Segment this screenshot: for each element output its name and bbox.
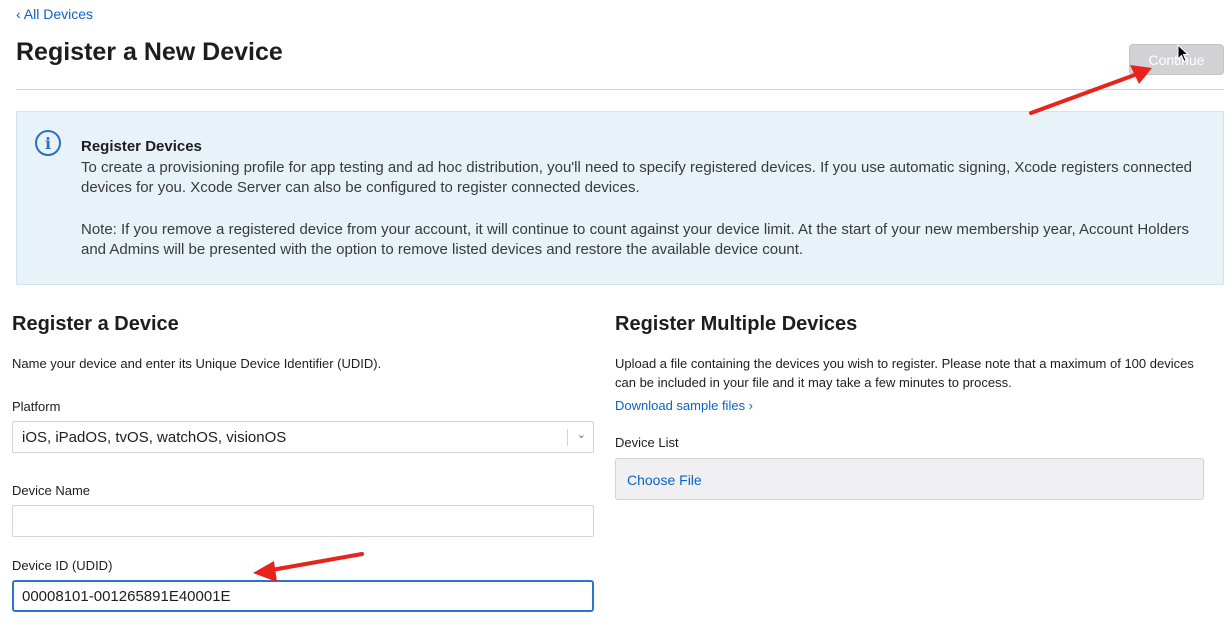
select-separator bbox=[567, 429, 568, 446]
device-list-label: Device List bbox=[615, 435, 679, 450]
register-device-title: Register a Device bbox=[12, 313, 179, 335]
platform-label: Platform bbox=[12, 399, 61, 414]
device-list-file-input[interactable]: Choose File bbox=[615, 458, 1204, 500]
register-multiple-title: Register Multiple Devices bbox=[615, 313, 858, 335]
device-id-input[interactable] bbox=[12, 580, 594, 612]
download-sample-link[interactable]: Download sample files › bbox=[615, 396, 753, 415]
device-id-label: Device ID (UDID) bbox=[12, 558, 113, 573]
mouse-cursor-icon bbox=[1177, 44, 1190, 63]
info-icon: i bbox=[35, 130, 61, 156]
register-multiple-description: Upload a file containing the devices you… bbox=[615, 356, 1194, 390]
info-title: Register Devices bbox=[81, 138, 202, 155]
info-body: To create a provisioning profile for app… bbox=[81, 159, 1193, 196]
header-divider bbox=[16, 89, 1224, 90]
platform-select-value: iOS, iPadOS, tvOS, watchOS, visionOS bbox=[22, 429, 287, 446]
device-name-input[interactable] bbox=[12, 505, 594, 537]
all-devices-link[interactable]: ‹ All Devices bbox=[16, 6, 93, 22]
info-banner: i Register Devices To create a provision… bbox=[16, 111, 1224, 285]
platform-select[interactable]: iOS, iPadOS, tvOS, watchOS, visionOS ⌄ bbox=[12, 421, 594, 453]
chevron-down-icon: ⌄ bbox=[576, 429, 586, 441]
arrow-to-device-id bbox=[253, 552, 364, 582]
register-device-description: Name your device and enter its Unique De… bbox=[12, 356, 382, 371]
info-note: Note: If you remove a registered device … bbox=[81, 221, 1190, 258]
choose-file-button[interactable]: Choose File bbox=[627, 472, 702, 488]
page-title: Register a New Device bbox=[16, 38, 283, 66]
device-name-label: Device Name bbox=[12, 483, 91, 498]
